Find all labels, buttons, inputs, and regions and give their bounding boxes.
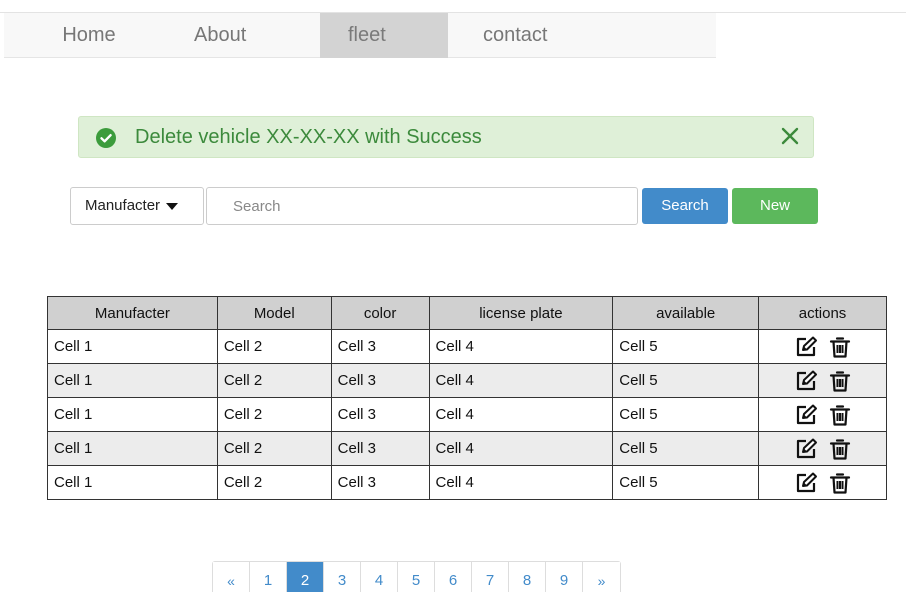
table-cell: Cell 4 (428, 397, 614, 432)
filter-label: Manufacter (85, 197, 161, 214)
column-header-model[interactable]: Model (216, 296, 332, 330)
nav-item-fleet[interactable]: fleet (320, 13, 448, 58)
column-header-manufacter[interactable]: Manufacter (47, 296, 218, 330)
pagination-page[interactable]: 5 (398, 562, 435, 592)
table-cell: Cell 5 (612, 329, 760, 364)
nav-item-contact[interactable]: contact (448, 13, 634, 58)
trash-icon[interactable] (828, 403, 852, 427)
vehicle-table: Manufacter Model color license plate ava… (47, 296, 887, 500)
search-input[interactable] (206, 187, 638, 225)
alert-message: Delete vehicle XX-XX-XX with Success (135, 126, 482, 148)
table-cell: Cell 5 (612, 397, 760, 432)
row-actions (758, 363, 887, 398)
edit-icon[interactable] (794, 403, 818, 427)
table-cell: Cell 3 (330, 363, 430, 398)
table-cell: Cell 5 (612, 465, 760, 500)
row-actions (758, 431, 887, 466)
table-cell: Cell 3 (330, 465, 430, 500)
column-header-license-plate[interactable]: license plate (428, 296, 614, 330)
search-button[interactable]: Search (642, 188, 728, 224)
table-row[interactable]: Cell 1 Cell 2 Cell 3 Cell 4 Cell 5 (47, 431, 887, 466)
edit-icon[interactable] (794, 369, 818, 393)
top-nav: Home About fleet contact (0, 12, 906, 58)
table-row[interactable]: Cell 1 Cell 2 Cell 3 Cell 4 Cell 5 (47, 363, 887, 398)
table-cell: Cell 2 (216, 329, 332, 364)
pagination-page[interactable]: 8 (509, 562, 546, 592)
table-cell: Cell 2 (216, 431, 332, 466)
row-actions (758, 465, 887, 500)
table-cell: Cell 4 (428, 465, 614, 500)
pagination-page[interactable]: 9 (546, 562, 583, 592)
column-header-available[interactable]: available (612, 296, 760, 330)
new-button[interactable]: New (732, 188, 818, 224)
edit-icon[interactable] (794, 335, 818, 359)
table-cell: Cell 5 (612, 363, 760, 398)
close-icon[interactable] (779, 125, 801, 147)
table-cell: Cell 2 (216, 465, 332, 500)
table-cell: Cell 1 (47, 397, 218, 432)
pagination-page[interactable]: 4 (361, 562, 398, 592)
manufacter-filter-dropdown[interactable]: Manufacter (70, 187, 204, 225)
table-cell: Cell 4 (428, 431, 614, 466)
table-cell: Cell 3 (330, 431, 430, 466)
pagination-page-current[interactable]: 2 (287, 562, 324, 592)
table-cell: Cell 2 (216, 363, 332, 398)
table-cell: Cell 3 (330, 329, 430, 364)
column-header-color[interactable]: color (330, 296, 430, 330)
table-row[interactable]: Cell 1 Cell 2 Cell 3 Cell 4 Cell 5 (47, 329, 887, 364)
table-header-row: Manufacter Model color license plate ava… (47, 296, 887, 330)
table-row[interactable]: Cell 1 Cell 2 Cell 3 Cell 4 Cell 5 (47, 465, 887, 500)
table-cell: Cell 3 (330, 397, 430, 432)
trash-icon[interactable] (828, 369, 852, 393)
nav-item-about[interactable]: About (174, 13, 320, 58)
nav-item-home[interactable]: Home (4, 13, 174, 58)
nav-bar: Home About fleet contact (4, 13, 716, 58)
pagination-page[interactable]: 3 (324, 562, 361, 592)
table-cell: Cell 2 (216, 397, 332, 432)
caret-down-icon (166, 202, 179, 210)
success-alert: Delete vehicle XX-XX-XX with Success (78, 116, 814, 158)
check-circle-icon (96, 128, 116, 148)
row-actions (758, 329, 887, 364)
table-row[interactable]: Cell 1 Cell 2 Cell 3 Cell 4 Cell 5 (47, 397, 887, 432)
pagination-page[interactable]: 1 (250, 562, 287, 592)
trash-icon[interactable] (828, 437, 852, 461)
table-cell: Cell 4 (428, 329, 614, 364)
table-cell: Cell 5 (612, 431, 760, 466)
pagination: « 1 2 3 4 5 6 7 8 9 » (212, 561, 621, 592)
table-cell: Cell 1 (47, 431, 218, 466)
table-cell: Cell 1 (47, 465, 218, 500)
column-header-actions: actions (758, 296, 887, 330)
trash-icon[interactable] (828, 471, 852, 495)
pagination-prev[interactable]: « (213, 562, 250, 592)
edit-icon[interactable] (794, 437, 818, 461)
trash-icon[interactable] (828, 335, 852, 359)
pagination-page[interactable]: 7 (472, 562, 509, 592)
table-cell: Cell 1 (47, 363, 218, 398)
pagination-page[interactable]: 6 (435, 562, 472, 592)
row-actions (758, 397, 887, 432)
pagination-next[interactable]: » (583, 562, 620, 592)
table-cell: Cell 4 (428, 363, 614, 398)
edit-icon[interactable] (794, 471, 818, 495)
table-cell: Cell 1 (47, 329, 218, 364)
